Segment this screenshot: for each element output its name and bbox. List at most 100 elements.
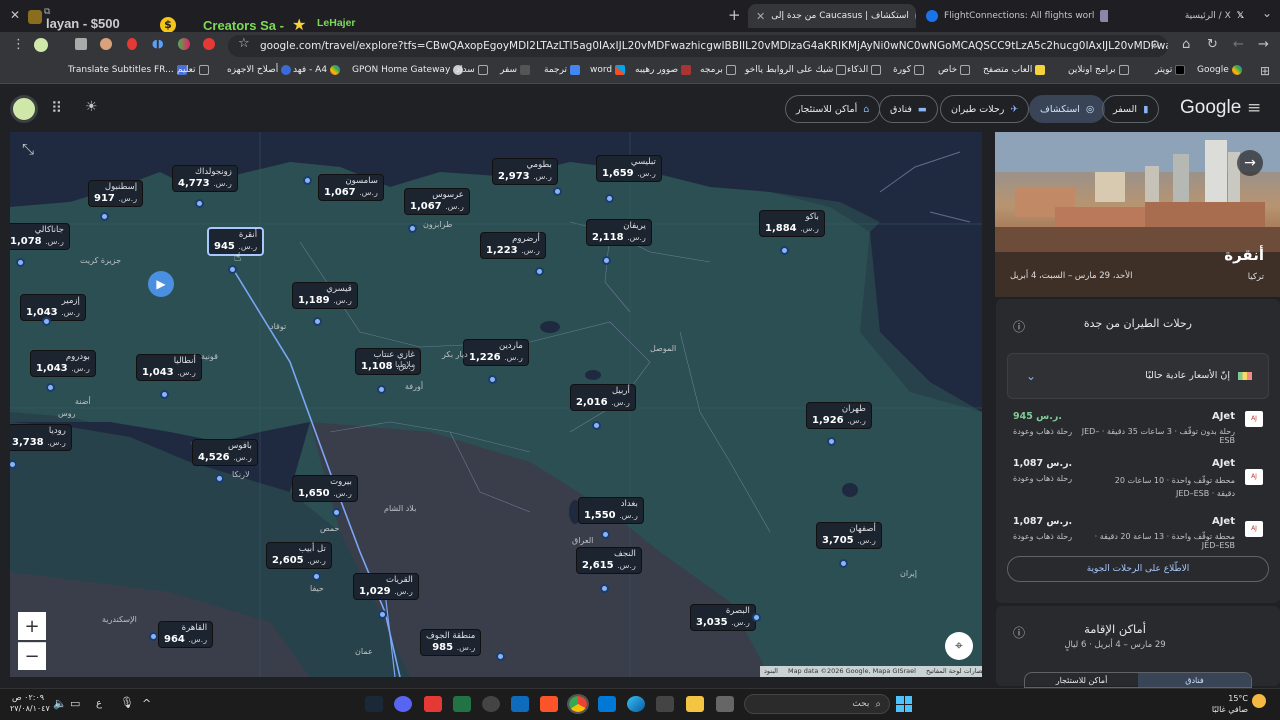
play-icon[interactable]: ▶ xyxy=(148,271,174,297)
map-price-marker[interactable]: روديا ر.س. 3,738 xyxy=(10,424,72,452)
steam-icon[interactable] xyxy=(365,696,383,712)
airport-dot[interactable] xyxy=(839,559,848,568)
extension-icon[interactable] xyxy=(28,10,42,24)
airport-dot[interactable] xyxy=(215,474,224,483)
hotels-chip[interactable]: فنادق ▬ xyxy=(879,95,938,123)
map-price-marker[interactable]: إزمير ر.س. 1,043 xyxy=(20,294,86,322)
airport-dot[interactable] xyxy=(378,610,387,619)
airport-dot[interactable] xyxy=(100,212,109,221)
map-price-marker[interactable]: منطقة الجوف ر.س. 985 xyxy=(420,629,482,657)
bookmark-item[interactable]: برمجه xyxy=(700,65,736,75)
airport-dot[interactable] xyxy=(313,317,322,326)
keyboard-shortcuts-link[interactable]: اختصارات لوحة المفاتيح xyxy=(926,667,982,676)
volume-icon[interactable]: 🔈 xyxy=(53,697,67,710)
airport-dot[interactable] xyxy=(488,375,497,384)
brave-icon[interactable] xyxy=(540,696,558,712)
account-avatar[interactable] xyxy=(10,95,38,123)
info-icon[interactable]: ⓘ xyxy=(1013,624,1025,641)
back-icon[interactable]: → xyxy=(1258,37,1269,52)
map-price-marker[interactable]: يريفان ر.س. 2,118 xyxy=(586,219,652,247)
map-price-marker[interactable]: بطومي ر.س. 2,973 xyxy=(492,158,558,186)
app-icon[interactable] xyxy=(656,696,674,712)
airport-dot[interactable] xyxy=(605,194,614,203)
window-restore-icon[interactable]: ⧉ xyxy=(44,7,50,17)
extension-icon[interactable] xyxy=(178,38,190,50)
extension-layan-label[interactable]: layan - $500 xyxy=(46,16,120,31)
mail-icon[interactable] xyxy=(511,696,529,712)
bookmark-item[interactable]: فهد - A4 xyxy=(293,65,341,75)
close-window-icon[interactable]: ✕ xyxy=(10,8,20,22)
bookmark-star-icon[interactable]: ☆ xyxy=(238,36,250,51)
system-clock[interactable]: ٠٢:٠٩ ص ٢٧/٠٨/١٠٤٧ xyxy=(10,692,50,714)
google-apps-icon[interactable]: ⠿ xyxy=(51,99,62,117)
flight-result[interactable]: AJ AJet 1,087 ر.س. محطة توقّف واحدة · 10… xyxy=(1007,455,1269,507)
map-price-marker[interactable]: بودروم ر.س. 1,043 xyxy=(30,350,96,378)
close-tab-icon[interactable]: ✕ xyxy=(756,10,765,23)
airport-dot[interactable] xyxy=(601,530,610,539)
tray-chevron-icon[interactable]: ^ xyxy=(142,697,151,710)
map-price-marker[interactable]: طهران ر.س. 1,926 xyxy=(806,402,872,430)
recenter-icon[interactable]: ⌖ xyxy=(945,632,973,660)
tab-search-icon[interactable]: ⌄ xyxy=(1262,6,1272,20)
zoom-in-button[interactable]: + xyxy=(18,612,46,640)
extension-icon[interactable] xyxy=(203,38,215,50)
airport-dot[interactable] xyxy=(42,317,51,326)
map-price-marker[interactable]: أربيل ر.س. 2,016 xyxy=(570,384,636,412)
bookmark-item[interactable]: كورة xyxy=(893,65,924,75)
airport-dot[interactable] xyxy=(16,258,25,267)
tab-flightconnections[interactable]: FlightConnections: All flights worl ✕ xyxy=(918,4,1108,28)
reload-icon[interactable]: ↻ xyxy=(1207,37,1218,52)
edge-icon[interactable] xyxy=(627,696,645,712)
airport-dot[interactable] xyxy=(752,613,761,622)
app-icon[interactable] xyxy=(424,696,442,712)
profile-avatar[interactable] xyxy=(34,38,48,52)
bookmark-item[interactable]: العاب متصفح xyxy=(983,65,1046,75)
bookmark-item[interactable]: Google xyxy=(1197,65,1242,75)
excel-icon[interactable] xyxy=(453,696,471,712)
airport-dot[interactable] xyxy=(312,572,321,581)
bookmark-item[interactable]: ترجمة xyxy=(544,65,581,75)
airport-dot[interactable] xyxy=(303,176,312,185)
map-price-marker[interactable]: ماردين ر.س. 1,226 xyxy=(463,339,529,367)
main-menu-icon[interactable]: ≡ xyxy=(1247,98,1261,118)
bookmark-item[interactable]: شيك على الروابط يااخو xyxy=(745,65,847,75)
tab-vacation-rentals[interactable]: أماكن للاستئجار xyxy=(1025,673,1138,687)
airport-dot[interactable] xyxy=(535,267,544,276)
map-price-marker[interactable]: إسطنبول ر.س. 917 xyxy=(88,180,144,208)
map-price-marker[interactable]: زونجولداك ر.س. 4,773 xyxy=(172,165,238,193)
bookmark-item[interactable]: الذكاء xyxy=(847,65,882,75)
airport-dot[interactable] xyxy=(195,199,204,208)
app-icon[interactable] xyxy=(482,696,500,712)
map-price-marker[interactable]: عرسوس ر.س. 1,067 xyxy=(404,188,470,216)
store-icon[interactable] xyxy=(598,696,616,712)
map-price-marker[interactable]: بافوس ر.س. 4,526 xyxy=(192,439,258,467)
extension-icon[interactable]: ◖◗ xyxy=(152,37,164,50)
tab-x[interactable]: الرئيسية / X 𝕏 xyxy=(1140,4,1252,28)
google-logo[interactable]: Google xyxy=(1180,97,1241,119)
map-price-marker[interactable]: بيروت ر.س. 1,650 xyxy=(292,475,358,503)
map-price-marker[interactable]: سامسون ر.س. 1,067 xyxy=(318,174,384,202)
new-tab-icon[interactable]: + xyxy=(728,6,741,24)
map-price-marker[interactable]: تل أبيب ر.س. 2,605 xyxy=(266,542,332,570)
bookmark-item[interactable]: GPON Home Gateway xyxy=(352,65,464,75)
see-flights-button[interactable]: الاطّلاع على الرحلات الجوية xyxy=(1007,556,1269,582)
taskbar-search[interactable]: بحث ⌕ xyxy=(744,694,890,714)
flight-result[interactable]: AJ AJet 945 ر.س. رحلة بدون توقّف · 3 ساع… xyxy=(1007,408,1269,452)
map-price-marker[interactable]: أصفهان ر.س. 3,705 xyxy=(816,522,882,550)
dollar-icon[interactable]: $ xyxy=(160,17,176,33)
input-language[interactable]: ع xyxy=(96,698,102,709)
airport-dot[interactable] xyxy=(496,652,505,661)
extension-creators-label[interactable]: Creators Sa - xyxy=(203,18,284,33)
map-price-marker[interactable]: النجف ر.س. 2,615 xyxy=(576,547,642,575)
menu-dots-icon[interactable]: ⋮ xyxy=(12,37,25,52)
airport-dot[interactable] xyxy=(592,421,601,430)
bookmark-item[interactable]: word xyxy=(590,65,626,75)
url-bar[interactable]: google.com/travel/explore?tfs=CBwQAxopEg… xyxy=(228,35,1168,57)
flight-result[interactable]: AJ AJet 1,087 ر.س. محطة توقّف واحدة · 13… xyxy=(1007,513,1269,550)
airport-dot[interactable] xyxy=(46,383,55,392)
home-icon[interactable]: ⌂ xyxy=(1182,37,1190,52)
airport-dot[interactable] xyxy=(228,265,237,274)
explore-chip[interactable]: استكشاف ◎ xyxy=(1029,95,1106,123)
airport-dot[interactable] xyxy=(332,508,341,517)
chrome-icon[interactable] xyxy=(567,694,589,714)
